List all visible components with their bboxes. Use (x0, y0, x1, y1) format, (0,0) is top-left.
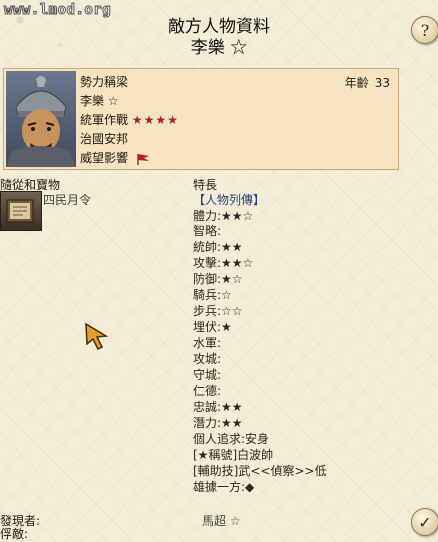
trait-dominion: 雄據一方:◆ (193, 480, 255, 494)
capture-label: 俘敵: (0, 527, 29, 541)
prestige-label: 威望影響 (80, 151, 129, 165)
prestige-row: 威望影響 (80, 149, 150, 166)
trait-support-skill: [輔助技]武<<偵察>>低 (193, 464, 327, 478)
trait-fortify: 守城: (193, 368, 222, 382)
command-label: 統軍作戰 (80, 113, 129, 127)
trait-pursuit: 個人追求:安身 (193, 432, 270, 446)
command-row: 統軍作戰 ★★★★ (80, 111, 179, 128)
character-name-title: 李樂 ☆ (190, 38, 248, 58)
trait-ambush: 埋伏:★ (193, 320, 232, 334)
force-label: 勢力稱梁 (80, 75, 129, 89)
mouse-cursor-icon (85, 322, 109, 350)
trait-attack: 攻擊:★★☆ (193, 256, 254, 270)
trait-biography-link[interactable]: 【人物列傳】 (193, 191, 265, 208)
trait-leadership: 統帥:★★ (193, 240, 243, 254)
discoverer-value: 馬超 ☆ (202, 514, 241, 528)
trait-siege: 攻城: (193, 352, 222, 366)
command-stars: ★★★★ (131, 113, 179, 127)
trait-infantry: 步兵:☆☆ (193, 304, 243, 318)
book-icon[interactable] (0, 191, 42, 231)
trait-strategy: 智略: (193, 224, 222, 238)
trait-navy: 水軍: (193, 336, 222, 350)
trait-defense: 防御:★☆ (193, 272, 243, 286)
trait-title: [★稱號]白波帥 (193, 448, 274, 462)
confirm-button[interactable]: ✓ (411, 508, 438, 536)
age-label: 年齡 (344, 76, 369, 90)
help-button[interactable]: ? (411, 16, 438, 44)
character-portrait (6, 71, 76, 167)
trait-potential: 潛力:★★ (193, 416, 243, 430)
trait-cavalry: 騎兵:☆ (193, 288, 232, 302)
character-name: 李樂 ☆ (80, 94, 119, 108)
age-value: 33 (374, 76, 390, 90)
age-display: 年齡 33 (345, 74, 390, 91)
character-info-panel: 勢力稱梁 李樂 ☆ 統軍作戰 ★★★★ 治國安邦 威望影響 年齡 33 (3, 68, 399, 170)
trait-virtue: 仁德: (193, 384, 222, 398)
item-name: 四民月令 (43, 193, 92, 207)
trait-loyalty: 忠誠:★★ (193, 400, 243, 414)
flag-icon (137, 153, 149, 165)
governance-label: 治國安邦 (80, 132, 129, 146)
